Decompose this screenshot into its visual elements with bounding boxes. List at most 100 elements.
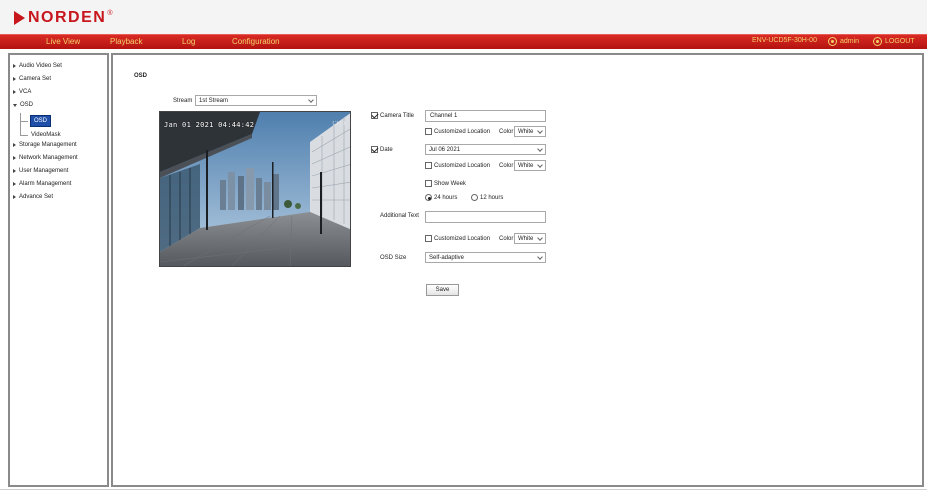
color-select-value: White xyxy=(518,236,534,242)
user-circle-icon xyxy=(828,37,837,46)
osd-timestamp-overlay: Jan 01 2021 04:44:42 xyxy=(164,121,255,129)
camera-title-label: Camera Title xyxy=(380,113,415,119)
sidebar-item-label: VCA xyxy=(19,89,32,95)
date-label: Date xyxy=(380,147,393,153)
chevron-down-icon xyxy=(537,235,543,241)
sidebar-item-storage-management[interactable]: Storage Management xyxy=(13,142,77,148)
camera-title-checkbox[interactable] xyxy=(371,112,378,119)
collapsed-arrow-icon xyxy=(13,182,16,186)
customized-location-label: Customized Location xyxy=(434,236,491,242)
osd-size-value: Self-adaptive xyxy=(429,255,465,261)
stream-select-value: 1st Stream xyxy=(199,98,229,104)
camera-title-customized-location-checkbox[interactable] xyxy=(425,128,432,135)
app-header: NORDEN ® xyxy=(0,0,927,34)
nav-log[interactable]: Log xyxy=(182,37,195,46)
sidebar-item-label: Advance Set xyxy=(19,194,54,200)
nav-live-view[interactable]: Live View xyxy=(46,37,80,46)
camera-title-color-select[interactable]: White xyxy=(514,126,546,137)
additional-text-customized-location-checkbox[interactable] xyxy=(425,235,432,242)
sidebar-item-label: Camera Set xyxy=(19,76,52,82)
expanded-arrow-icon xyxy=(13,103,17,107)
logo-arrow-icon xyxy=(14,11,25,25)
page-title: OSD xyxy=(134,73,148,79)
customized-location-label: Customized Location xyxy=(434,129,491,135)
collapsed-arrow-icon xyxy=(13,169,16,173)
additional-text-input[interactable] xyxy=(425,211,546,223)
chevron-down-icon xyxy=(537,128,543,134)
osd-size-select[interactable]: Self-adaptive xyxy=(425,252,546,263)
show-week-checkbox[interactable] xyxy=(425,180,432,187)
chevron-down-icon xyxy=(308,97,314,103)
sidebar-item-label: Storage Management xyxy=(19,142,77,148)
sidebar-item-network-management[interactable]: Network Management xyxy=(13,155,78,161)
customized-location-label: Customized Location xyxy=(434,163,491,169)
chevron-down-icon xyxy=(537,146,543,152)
date-format-select[interactable]: Jul 06 2021 xyxy=(425,144,546,155)
video-preview: Jan 01 2021 04:44:42 CH 1 xyxy=(159,111,351,267)
stream-select[interactable]: 1st Stream xyxy=(195,95,317,106)
sidebar-item-camera-set[interactable]: Camera Set xyxy=(13,76,51,82)
collapsed-arrow-icon xyxy=(13,90,16,94)
collapsed-arrow-icon xyxy=(13,143,16,147)
tree-connector xyxy=(20,135,28,136)
sidebar-item-user-management[interactable]: User Management xyxy=(13,168,68,174)
collapsed-arrow-icon xyxy=(13,64,16,68)
registered-mark: ® xyxy=(107,9,113,17)
config-sidebar: Audio Video Set Camera Set VCA OSD OSD V… xyxy=(8,53,109,487)
brand-logo: NORDEN ® xyxy=(14,9,113,27)
brand-name: NORDEN xyxy=(28,9,107,26)
sidebar-item-label: Network Management xyxy=(19,155,78,161)
collapsed-arrow-icon xyxy=(13,156,16,160)
osd-settings-panel: OSD Stream 1st Stream Jan 01 2021 04:44:… xyxy=(111,53,924,487)
show-week-label: Show Week xyxy=(434,181,466,187)
chevron-down-icon xyxy=(537,254,543,260)
logout-label: LOGOUT xyxy=(885,38,915,45)
sidebar-item-label: OSD xyxy=(20,102,34,108)
color-label: Color xyxy=(499,129,514,135)
color-select-value: White xyxy=(518,163,534,169)
device-id: ENV-UCD5F-30H-00 xyxy=(752,37,817,44)
power-circle-icon xyxy=(873,37,882,46)
date-color-select[interactable]: White xyxy=(514,160,546,171)
osd-size-label: OSD Size xyxy=(380,255,407,261)
sidebar-subitem-osd[interactable]: OSD xyxy=(30,115,52,127)
save-button[interactable]: Save xyxy=(426,284,459,296)
camera-title-input[interactable]: Channel 1 xyxy=(425,110,546,122)
collapsed-arrow-icon xyxy=(13,195,16,199)
hour-12-label: 12 hours xyxy=(480,195,504,201)
logout-button[interactable]: LOGOUT xyxy=(873,37,915,46)
tree-connector xyxy=(20,113,21,135)
tree-connector xyxy=(20,121,28,122)
sidebar-item-label: User Management xyxy=(19,168,69,174)
device-id-text: ENV-UCD5F-30H-00 xyxy=(752,37,817,44)
main-navbar: Live View Playback Log Configuration ENV… xyxy=(0,34,927,49)
additional-text-label: Additional Text xyxy=(380,213,419,219)
collapsed-arrow-icon xyxy=(13,77,16,81)
color-label: Color xyxy=(499,163,514,169)
user-menu[interactable]: admin xyxy=(828,37,859,46)
nav-configuration[interactable]: Configuration xyxy=(232,37,280,46)
color-label: Color xyxy=(499,236,514,242)
sidebar-item-alarm-management[interactable]: Alarm Management xyxy=(13,181,71,187)
osd-camera-overlay: CH 1 xyxy=(332,121,346,127)
date-customized-location-checkbox[interactable] xyxy=(425,162,432,169)
additional-text-color-select[interactable]: White xyxy=(514,233,546,244)
chevron-down-icon xyxy=(537,162,543,168)
sidebar-item-advance-set[interactable]: Advance Set xyxy=(13,194,53,200)
user-name: admin xyxy=(840,38,860,45)
sidebar-item-label: Audio Video Set xyxy=(19,63,62,69)
hour-12-radio[interactable] xyxy=(471,194,478,201)
sidebar-item-label: Alarm Management xyxy=(19,181,72,187)
camera-scene-image xyxy=(160,112,350,266)
nav-playback[interactable]: Playback xyxy=(110,37,142,46)
sidebar-item-vca[interactable]: VCA xyxy=(13,89,31,95)
date-format-value: Jul 06 2021 xyxy=(429,147,461,153)
sidebar-item-osd[interactable]: OSD xyxy=(13,102,33,108)
date-checkbox[interactable] xyxy=(371,146,378,153)
footer-divider xyxy=(0,489,927,490)
sidebar-item-audio-video-set[interactable]: Audio Video Set xyxy=(13,63,62,69)
hour-24-radio[interactable] xyxy=(425,194,432,201)
color-select-value: White xyxy=(518,129,534,135)
hour-24-label: 24 hours xyxy=(434,195,458,201)
sidebar-subitem-videomask[interactable]: VideoMask xyxy=(31,132,61,138)
